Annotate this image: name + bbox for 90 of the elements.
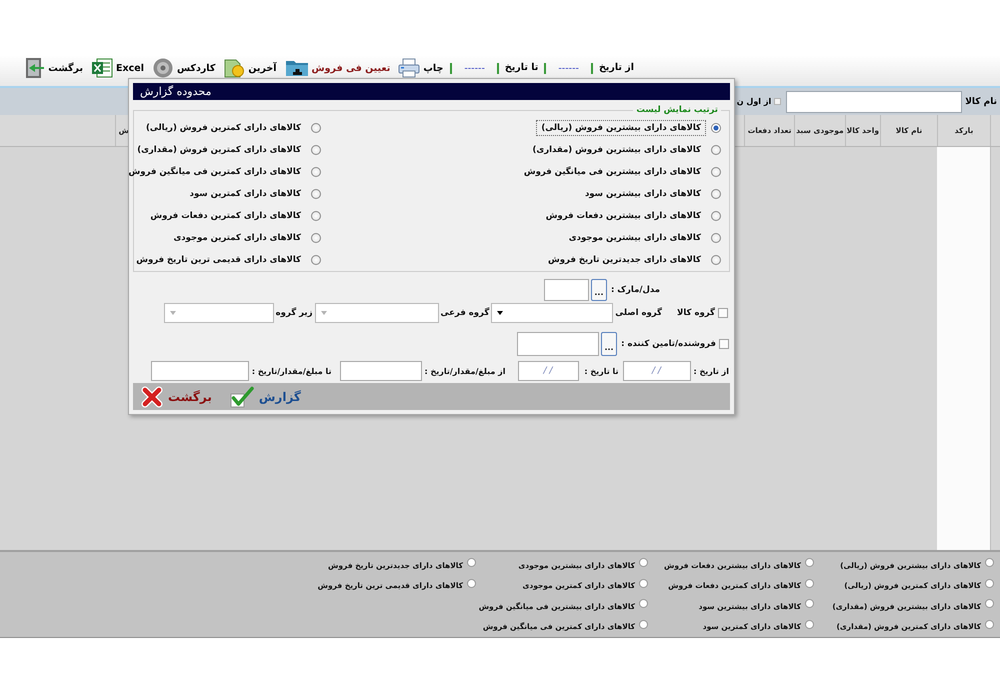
field-label: تا تاریخ :: [583, 366, 618, 376]
radio-button[interactable]: [311, 145, 321, 155]
field-label: نام کالا: [965, 96, 997, 106]
dropdown[interactable]: [491, 303, 614, 323]
radio-button[interactable]: [711, 167, 721, 177]
document-icon: [223, 58, 246, 78]
radio-option[interactable]: کالاهای دارای جدیدترین تاریخ فروش: [543, 249, 721, 271]
back-button[interactable]: برگشت: [22, 58, 84, 78]
set-price-button[interactable]: تعیین فی فروش: [284, 58, 392, 78]
browse-button[interactable]: ...: [590, 279, 607, 301]
print-button[interactable]: چاپ: [397, 58, 444, 78]
radio-button[interactable]: [311, 233, 321, 243]
spreadsheet-icon: [91, 58, 114, 78]
date-field[interactable]: / /: [518, 361, 578, 381]
radio-button[interactable]: [311, 211, 321, 221]
radio-button[interactable]: [311, 167, 321, 177]
text-field[interactable]: [786, 90, 962, 112]
radio-option[interactable]: کالاهای دارای کمترین سود: [184, 183, 321, 205]
field-label: گروه فرعی: [440, 308, 490, 318]
dropdown[interactable]: [164, 303, 274, 323]
report-button[interactable]: گزارش: [230, 386, 301, 408]
excel-button[interactable]: Excel: [90, 58, 145, 78]
checkbox[interactable]: [719, 339, 729, 349]
field-label: تا مبلغ/مقدار/تاریخ :: [252, 366, 332, 376]
radio-button[interactable]: [311, 123, 321, 133]
check-icon: [230, 386, 254, 408]
radio-button[interactable]: [639, 578, 648, 588]
back-button[interactable]: برگشت: [141, 386, 212, 408]
door-icon: [23, 58, 46, 78]
field-label: زیر گروه: [276, 308, 313, 318]
date-field[interactable]: / /: [622, 361, 690, 381]
radio-button[interactable]: [805, 620, 814, 629]
radio-button[interactable]: [639, 620, 648, 629]
radio-button[interactable]: [711, 145, 721, 155]
text-field[interactable]: [544, 279, 589, 301]
radio-button[interactable]: [711, 211, 721, 221]
radio-button[interactable]: [985, 599, 994, 608]
disc-icon: [152, 58, 174, 78]
printer-icon: [398, 58, 420, 78]
radio-button[interactable]: [639, 558, 648, 568]
group-box-legend: ترتیب نمایش لیست: [633, 105, 721, 115]
date-field[interactable]: ------: [450, 63, 499, 74]
dialog-title: محدوده گزارش: [133, 83, 730, 100]
radio-button[interactable]: [805, 599, 814, 608]
radio-button[interactable]: [639, 599, 648, 608]
radio-option[interactable]: کالاهای دارای بیشترین فروش (مقداری): [528, 139, 721, 161]
radio-button[interactable]: [985, 558, 994, 568]
field-label: از مبلغ/مقدار/تاریخ :: [424, 366, 506, 376]
radio-option[interactable]: کالاهای دارای کمترین فروش (مقداری): [132, 139, 321, 161]
radio-option[interactable]: کالاهای دارای کمترین فی میانگین فروش: [124, 161, 321, 183]
radio-button[interactable]: [805, 578, 814, 588]
radio-button[interactable]: [311, 189, 321, 199]
checkbox-option[interactable]: از اول ن: [736, 97, 782, 106]
text-field[interactable]: [340, 361, 422, 381]
field-label: گروه اصلی: [615, 308, 662, 318]
cross-icon: [141, 386, 163, 408]
radio-button[interactable]: [985, 578, 994, 588]
radio-button[interactable]: [711, 123, 721, 133]
radio-option[interactable]: کالاهای دارای بیشترین موجودی: [564, 227, 721, 249]
radio-button[interactable]: [711, 255, 721, 265]
radio-option[interactable]: کالاهای دارای بیشترین سود: [580, 183, 721, 205]
field-label: از تاریخ :: [694, 366, 729, 376]
field-label: مدل/مارک :: [610, 285, 660, 295]
radio-button[interactable]: [467, 558, 476, 568]
date-field[interactable]: ------: [544, 63, 593, 74]
checkbox[interactable]: [718, 308, 728, 318]
radio-button[interactable]: [985, 620, 994, 629]
browse-button[interactable]: ...: [601, 332, 617, 356]
date-label: از تاریخ: [598, 61, 634, 75]
radio-button[interactable]: [311, 255, 321, 265]
checkbox-option[interactable]: گروه کالا: [664, 308, 728, 318]
radio-option[interactable]: کالاهای دارای کمترین دفعات فروش: [145, 205, 321, 227]
checkbox-option[interactable]: فروشنده/تامین کننده :: [621, 339, 729, 349]
folder-icon: [284, 59, 309, 77]
radio-option[interactable]: کالاهای دارای کمترین موجودی: [168, 227, 321, 249]
radio-button[interactable]: [711, 189, 721, 199]
radio-button[interactable]: [805, 558, 814, 568]
radio-button[interactable]: [467, 578, 476, 588]
checkbox[interactable]: [774, 98, 782, 105]
cardex-button[interactable]: کاردکس: [150, 58, 216, 78]
text-field[interactable]: [517, 332, 599, 356]
radio-option[interactable]: کالاهای دارای بیشترین فی میانگین فروش: [518, 161, 721, 183]
radio-option[interactable]: کالاهای دارای بیشترین دفعات فروش: [540, 205, 721, 227]
text-field[interactable]: [150, 361, 249, 381]
date-label: تا تاریخ: [504, 61, 538, 75]
radio-button[interactable]: [711, 233, 721, 243]
radio-option[interactable]: کالاهای دارای کمترین فروش (ریالی): [141, 117, 321, 139]
radio-option[interactable]: کالاهای دارای قدیمی ترین تاریخ فروش: [131, 249, 321, 271]
dropdown[interactable]: [314, 303, 439, 323]
latest-button[interactable]: آخرین: [222, 58, 278, 78]
